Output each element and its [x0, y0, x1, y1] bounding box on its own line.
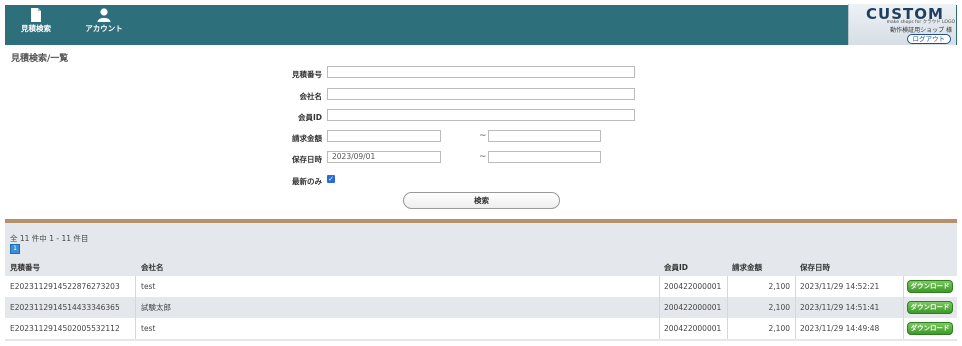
header-member-id: 会員ID	[664, 263, 689, 272]
cell-saved-at: 2023/11/29 14:52:21	[800, 282, 880, 291]
header-quote-no: 見積番号	[10, 263, 40, 272]
cell-member-id: 200422000001	[664, 324, 722, 333]
member-id-label: 会員ID	[297, 113, 322, 122]
cell-quote-no: E2023112914502005532112	[10, 324, 120, 333]
quote-no-input[interactable]	[327, 66, 635, 78]
cell-saved-at: 2023/11/29 14:51:41	[800, 303, 880, 312]
cell-company: 試験太郎	[141, 303, 171, 312]
cell-member-id: 200422000001	[664, 303, 722, 312]
header-company: 会社名	[141, 263, 164, 272]
member-id-input[interactable]	[327, 109, 635, 121]
download-button[interactable]: ダウンロード	[907, 301, 953, 314]
cell-amount: 2,100	[768, 282, 790, 291]
amount-range-separator: ~	[479, 131, 487, 141]
cell-amount: 2,100	[768, 303, 790, 312]
quote-no-label: 見積番号	[292, 70, 322, 79]
column-divider	[903, 318, 904, 339]
user-icon	[97, 8, 111, 22]
cell-quote-no: E2023112914522876273203	[10, 282, 120, 291]
column-divider	[795, 297, 796, 318]
cell-saved-at: 2023/11/29 14:49:48	[800, 324, 880, 333]
cell-member-id: 200422000001	[664, 282, 722, 291]
column-divider	[135, 276, 136, 297]
date-label: 保存日時	[292, 155, 322, 164]
download-button[interactable]: ダウンロード	[907, 280, 953, 293]
results-panel: 全 11 件中 1 - 11 件目 1 見積番号 会社名 会員ID 請求金額 保…	[5, 223, 957, 341]
download-button[interactable]: ダウンロード	[907, 322, 953, 335]
column-divider	[795, 276, 796, 297]
document-icon	[31, 8, 41, 22]
nav-quote-search[interactable]: 見積検索	[13, 8, 59, 34]
amount-label: 請求金額	[292, 134, 322, 143]
shop-name: 動作検証用ショップ 様	[890, 27, 952, 34]
column-divider	[795, 318, 796, 339]
date-range-separator: ~	[479, 152, 487, 162]
page-title: 見積検索/一覧	[11, 54, 69, 64]
nav-quote-search-label: 見積検索	[21, 24, 51, 33]
cell-amount: 2,100	[768, 324, 790, 333]
column-divider	[135, 318, 136, 339]
latest-only-checkbox[interactable]: ✓	[327, 175, 335, 183]
column-divider	[659, 276, 660, 297]
brand-panel: CUSTOM make shops for クラウド LOGO 動作検証用ショッ…	[848, 4, 956, 45]
amount-from-input[interactable]	[327, 130, 441, 142]
amount-to-input[interactable]	[488, 130, 601, 142]
column-divider	[659, 297, 660, 318]
nav-account[interactable]: アカウント	[81, 8, 127, 34]
company-label: 会社名	[299, 92, 323, 101]
header-saved-at: 保存日時	[800, 263, 830, 272]
cell-company: test	[141, 282, 156, 291]
pagination-page-1[interactable]: 1	[10, 244, 20, 254]
column-divider	[659, 318, 660, 339]
cell-company: test	[141, 324, 156, 333]
header-amount: 請求金額	[732, 263, 762, 272]
top-nav-bar: 見積検索 アカウント	[5, 5, 957, 45]
column-divider	[903, 297, 904, 318]
cell-quote-no: E2023112914514433346365	[10, 303, 120, 312]
logout-button[interactable]: ログアウト	[906, 34, 951, 44]
table-row: E2023112914502005532112 test 20042200000…	[5, 318, 957, 339]
column-divider	[903, 276, 904, 297]
table-row: E2023112914514433346365 試験太郎 20042200000…	[5, 297, 957, 318]
table-row: E2023112914522876273203 test 20042200000…	[5, 276, 957, 297]
latest-only-label: 最新のみ	[292, 177, 322, 186]
column-divider	[135, 297, 136, 318]
company-input[interactable]	[327, 88, 635, 100]
nav-account-label: アカウント	[85, 24, 123, 33]
result-count: 全 11 件中 1 - 11 件目	[10, 234, 89, 243]
date-from-input[interactable]: 2023/09/01	[327, 151, 441, 163]
date-to-input[interactable]	[488, 151, 601, 163]
search-button[interactable]: 検索	[403, 192, 560, 209]
